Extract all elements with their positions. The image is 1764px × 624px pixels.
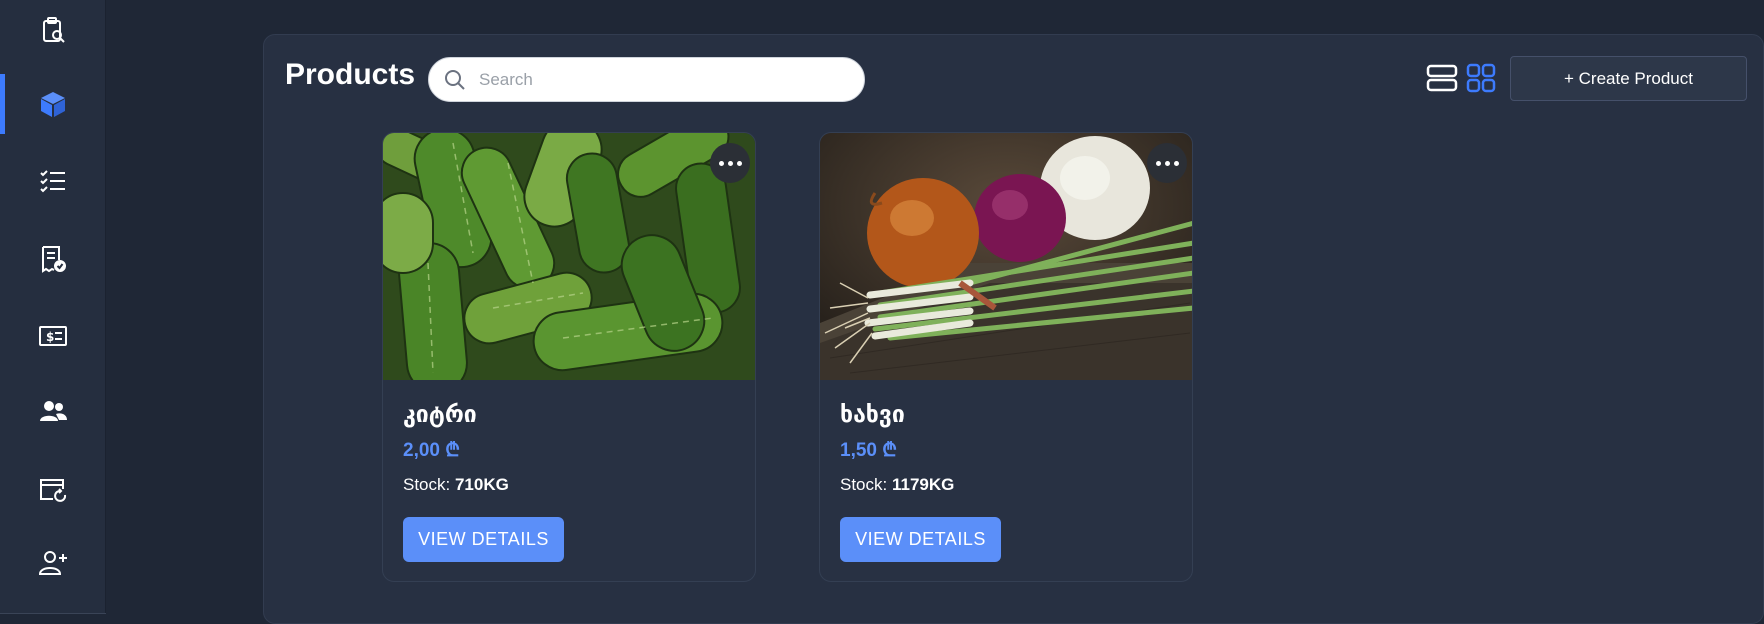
- search-icon: [445, 69, 465, 90]
- create-product-button[interactable]: + Create Product: [1510, 56, 1747, 101]
- cube-icon: [41, 92, 65, 117]
- add-user-icon: [38, 551, 67, 575]
- product-card: კიტრი 2,00 ₾ Stock: 710KG VIEW DETAILS: [382, 132, 756, 582]
- view-details-button[interactable]: VIEW DETAILS: [840, 517, 1001, 562]
- receipt-check-icon: [42, 246, 66, 273]
- dot: [1155, 160, 1161, 166]
- dot: [1173, 160, 1179, 166]
- dot: [736, 160, 742, 166]
- stock-label: Stock:: [403, 475, 455, 494]
- sidebar-item-history[interactable]: [0, 460, 106, 520]
- product-image: [383, 133, 755, 380]
- grid-view-button[interactable]: [1464, 62, 1498, 94]
- dot: [1164, 160, 1170, 166]
- more-options-button[interactable]: [710, 143, 750, 183]
- list-view-button[interactable]: [1425, 62, 1459, 94]
- users-icon: [40, 401, 67, 421]
- sidebar: $: [0, 0, 106, 614]
- sidebar-item-orders[interactable]: [0, 0, 106, 60]
- grid-view-icon: [1466, 63, 1496, 93]
- sidebar-item-tasks[interactable]: [0, 151, 106, 211]
- sidebar-item-invoices[interactable]: [0, 229, 106, 289]
- product-price: 1,50 ₾: [840, 440, 897, 461]
- window-refresh-icon: [40, 479, 67, 502]
- product-price: 2,00 ₾: [403, 440, 460, 461]
- stock-value: 1179KG: [891, 475, 955, 494]
- svg-text:$: $: [46, 330, 54, 344]
- stock-value: 710KG: [454, 475, 509, 494]
- dot: [727, 160, 733, 166]
- onions-photo: [820, 133, 1192, 380]
- product-stock: Stock: 710KG: [403, 475, 509, 495]
- product-name: კიტრი: [403, 401, 477, 427]
- sidebar-item-add-user[interactable]: [0, 533, 106, 593]
- search-box[interactable]: [428, 57, 865, 102]
- clipboard-search-icon: [43, 17, 65, 43]
- product-name: ხახვი: [840, 401, 905, 427]
- dot: [718, 160, 724, 166]
- stock-label: Stock:: [840, 475, 892, 494]
- cucumbers-photo: [383, 133, 755, 380]
- sidebar-item-payments[interactable]: $: [0, 306, 106, 366]
- sidebar-item-customers[interactable]: [0, 381, 106, 441]
- more-options-button[interactable]: [1147, 143, 1187, 183]
- sidebar-item-products[interactable]: [0, 74, 106, 134]
- page-title: Products: [285, 58, 416, 91]
- checklist-icon: [40, 170, 65, 193]
- product-card: ხახვი 1,50 ₾ Stock: 1179KG VIEW DETAILS: [819, 132, 1193, 582]
- view-details-button[interactable]: VIEW DETAILS: [403, 517, 564, 562]
- product-stock: Stock: 1179KG: [840, 475, 954, 495]
- search-input[interactable]: [479, 69, 859, 90]
- money-bill-icon: $: [39, 326, 67, 346]
- list-view-icon: [1426, 64, 1458, 92]
- product-image: [820, 133, 1192, 380]
